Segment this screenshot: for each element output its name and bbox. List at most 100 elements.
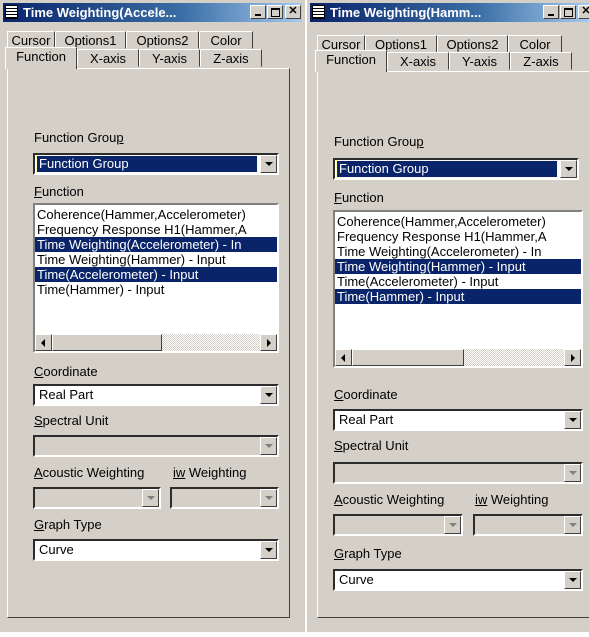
list-item[interactable]: Coherence(Hammer,Accelerometer) [35, 207, 277, 222]
function-list: Coherence(Hammer,Accelerometer) Frequenc… [335, 212, 581, 304]
window-title: Time Weighting(Accele... [23, 5, 177, 20]
tab-x-axis[interactable]: X-axis [387, 52, 449, 70]
graph-type-value: Curve [339, 572, 374, 587]
function-group-value: Function Group [336, 160, 558, 178]
dropdown-arrow-icon[interactable] [564, 411, 581, 429]
iw-weighting-select [473, 514, 583, 536]
coordinate-label: Coordinate [34, 364, 98, 379]
function-tab-panel: Function Group Function Group Function C… [7, 68, 290, 618]
dropdown-arrow-icon [260, 437, 277, 455]
spectral-unit-label: Spectral Unit [34, 413, 109, 428]
iw-weighting-select [170, 487, 279, 509]
dropdown-arrow-icon[interactable] [260, 386, 277, 404]
dropdown-arrow-icon [260, 489, 277, 507]
acoustic-weighting-label: Acoustic Weighting [34, 465, 145, 480]
iw-weighting-label: iw Weighting [475, 492, 549, 507]
function-list: Coherence(Hammer,Accelerometer) Frequenc… [35, 205, 277, 297]
dialog-window-1: Time Weighting(Accele... ✕ Cursor Option… [0, 0, 305, 632]
function-listbox[interactable]: Coherence(Hammer,Accelerometer) Frequenc… [333, 210, 583, 368]
tab-z-axis[interactable]: Z-axis [200, 49, 262, 67]
spectral-unit-value [37, 438, 257, 454]
scroll-left-icon[interactable] [35, 334, 52, 351]
coordinate-value: Real Part [39, 387, 94, 402]
dropdown-arrow-icon[interactable] [260, 155, 277, 173]
window-system-icon[interactable] [5, 5, 18, 19]
function-group-select[interactable]: Function Group [33, 153, 279, 175]
window-system-icon[interactable] [312, 5, 325, 19]
spectral-unit-value [337, 465, 561, 481]
function-group-select[interactable]: Function Group [333, 158, 579, 180]
scroll-thumb[interactable] [52, 334, 162, 351]
function-tab-panel: Function Group Function Group Function C… [317, 71, 589, 618]
function-group-label: Function Group [34, 130, 124, 145]
list-item[interactable]: Time Weighting(Accelerometer) - In [35, 237, 277, 252]
horizontal-scrollbar[interactable] [335, 349, 581, 366]
spectral-unit-label: Spectral Unit [334, 438, 409, 453]
tab-options2[interactable]: Options2 [126, 31, 199, 49]
title-bar[interactable]: Time Weighting(Hamm... ✕ [310, 3, 589, 22]
close-icon[interactable]: ✕ [578, 5, 589, 19]
tab-z-axis[interactable]: Z-axis [510, 52, 572, 70]
acoustic-weighting-value [337, 517, 441, 533]
tab-options2[interactable]: Options2 [437, 35, 508, 53]
list-item[interactable]: Time Weighting(Hammer) - Input [35, 252, 277, 267]
minimize-icon[interactable] [543, 5, 559, 19]
list-item[interactable]: Coherence(Hammer,Accelerometer) [335, 214, 581, 229]
maximize-icon[interactable] [267, 5, 283, 19]
tab-y-axis[interactable]: Y-axis [139, 49, 200, 67]
tab-color[interactable]: Color [199, 31, 253, 49]
function-label: Function [34, 184, 84, 199]
tab-function[interactable]: Function [315, 50, 387, 72]
coordinate-select[interactable]: Real Part [33, 384, 279, 406]
coordinate-label: Coordinate [334, 387, 398, 402]
graph-type-label: Graph Type [34, 517, 102, 532]
list-item[interactable]: Time(Accelerometer) - Input [335, 274, 581, 289]
spectral-unit-select [33, 435, 279, 457]
close-icon[interactable]: ✕ [285, 5, 301, 19]
minimize-icon[interactable] [250, 5, 266, 19]
maximize-icon[interactable] [560, 5, 576, 19]
acoustic-weighting-value [37, 490, 139, 506]
list-item[interactable]: Frequency Response H1(Hammer,A [35, 222, 277, 237]
iw-weighting-label: iw Weighting [173, 465, 247, 480]
tab-function[interactable]: Function [5, 47, 77, 69]
graph-type-select[interactable]: Curve [333, 569, 583, 591]
spectral-unit-select [333, 462, 583, 484]
function-group-value: Function Group [36, 155, 258, 173]
dropdown-arrow-icon[interactable] [564, 571, 581, 589]
dropdown-arrow-icon[interactable] [560, 160, 577, 178]
graph-type-select[interactable]: Curve [33, 539, 279, 561]
scroll-right-icon[interactable] [564, 349, 581, 366]
dropdown-arrow-icon [444, 516, 461, 534]
list-item[interactable]: Time(Accelerometer) - Input [35, 267, 277, 282]
list-item[interactable]: Frequency Response H1(Hammer,A [335, 229, 581, 244]
scroll-left-icon[interactable] [335, 349, 352, 366]
acoustic-weighting-select [333, 514, 463, 536]
iw-weighting-value [477, 517, 561, 533]
list-item[interactable]: Time(Hammer) - Input [35, 282, 277, 297]
list-item[interactable]: Time(Hammer) - Input [335, 289, 581, 304]
tab-color[interactable]: Color [508, 35, 562, 53]
iw-weighting-value [174, 490, 257, 506]
dropdown-arrow-icon [564, 464, 581, 482]
tab-y-axis[interactable]: Y-axis [449, 52, 510, 70]
scroll-right-icon[interactable] [260, 334, 277, 351]
function-label: Function [334, 190, 384, 205]
function-listbox[interactable]: Coherence(Hammer,Accelerometer) Frequenc… [33, 203, 279, 353]
acoustic-weighting-select [33, 487, 161, 509]
coordinate-select[interactable]: Real Part [333, 409, 583, 431]
graph-type-label: Graph Type [334, 546, 402, 561]
list-item[interactable]: Time Weighting(Accelerometer) - In [335, 244, 581, 259]
dropdown-arrow-icon[interactable] [260, 541, 277, 559]
horizontal-scrollbar[interactable] [35, 334, 277, 351]
dialog-window-2: Time Weighting(Hamm... ✕ Cursor Options1… [307, 0, 589, 632]
window-title: Time Weighting(Hamm... [330, 5, 482, 20]
list-item[interactable]: Time Weighting(Hammer) - Input [335, 259, 581, 274]
title-bar[interactable]: Time Weighting(Accele... ✕ [3, 3, 302, 22]
tab-x-axis[interactable]: X-axis [77, 49, 139, 67]
graph-type-value: Curve [39, 542, 74, 557]
scroll-thumb[interactable] [352, 349, 464, 366]
dropdown-arrow-icon [142, 489, 159, 507]
acoustic-weighting-label: Acoustic Weighting [334, 492, 445, 507]
coordinate-value: Real Part [339, 412, 394, 427]
